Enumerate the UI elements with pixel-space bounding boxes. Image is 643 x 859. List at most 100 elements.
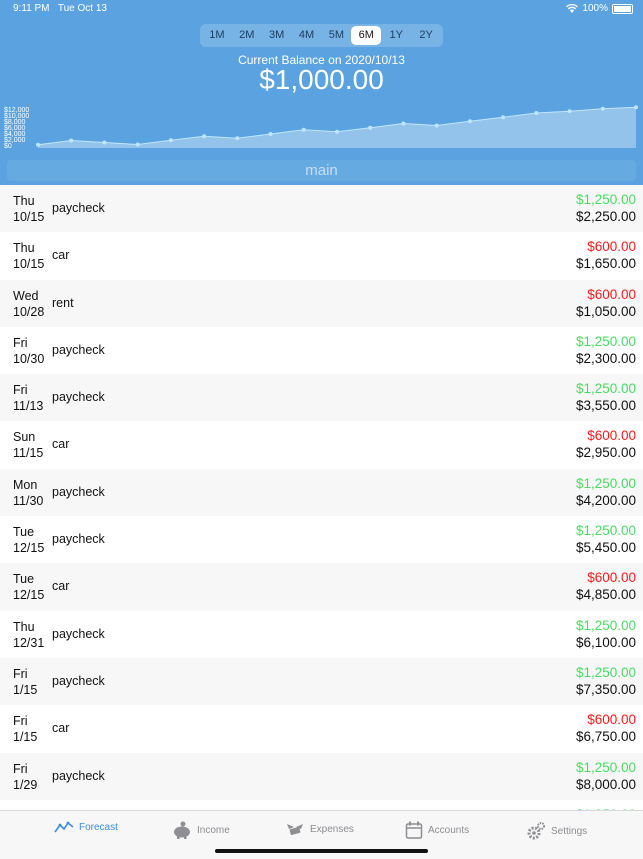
balance-point xyxy=(268,132,273,136)
range-option-3m[interactable]: 3M xyxy=(262,26,292,45)
balance-point xyxy=(600,106,605,111)
range-option-2m[interactable]: 2M xyxy=(232,26,262,45)
transaction-date: Thu 10/15 xyxy=(13,241,45,272)
range-option-4m[interactable]: 4M xyxy=(292,26,322,45)
piggy-bank-icon xyxy=(172,821,192,839)
running-balance: $4,850.00 xyxy=(575,587,636,603)
balance-point xyxy=(368,125,373,130)
transaction-name: car xyxy=(52,579,70,594)
transaction-amount: $1,250.00 xyxy=(575,475,636,491)
transaction-name: car xyxy=(52,248,70,263)
transaction-name: paycheck xyxy=(52,484,105,499)
transaction-name: car xyxy=(52,721,70,736)
range-option-5m[interactable]: 5M xyxy=(322,26,352,45)
gears-icon xyxy=(526,821,546,841)
wifi-icon xyxy=(566,4,579,13)
range-option-1y[interactable]: 1Y xyxy=(381,26,411,45)
tab-accounts[interactable]: Accounts xyxy=(405,821,469,839)
range-option-6m[interactable]: 6M xyxy=(351,26,382,45)
transaction-amount: $600.00 xyxy=(587,570,636,586)
running-balance: $2,250.00 xyxy=(575,209,636,224)
range-selector[interactable]: 1M 2M 3M 4M 5M 6M 1Y 2Y xyxy=(200,24,443,47)
transaction-name: paycheck xyxy=(52,532,105,547)
running-balance: $5,450.00 xyxy=(575,540,636,556)
running-balance: $3,550.00 xyxy=(575,398,636,414)
balance-point xyxy=(235,136,240,141)
running-balance: $7,350.00 xyxy=(575,681,636,697)
balance-point xyxy=(534,111,539,115)
transaction-row[interactable]: Tue 12/15 car $600.00 $4,850.00 xyxy=(0,563,643,611)
running-balance: $6,750.00 xyxy=(575,729,636,745)
transaction-row[interactable]: Fri 1/29 paycheck $1,250.00 $8,000.00 xyxy=(0,752,643,800)
y-tick-label: $0 xyxy=(4,143,12,150)
tab-forecast[interactable]: Forecast xyxy=(54,821,118,833)
transaction-name: paycheck xyxy=(52,342,105,357)
transaction-amount: $600.00 xyxy=(587,239,636,255)
transaction-row[interactable]: Fri 10/30 paycheck $1,250.00 $2,300.00 xyxy=(0,326,643,375)
tab-income[interactable]: Income xyxy=(172,821,230,839)
account-selector[interactable]: main xyxy=(7,160,636,181)
transaction-date: Sun 11/15 xyxy=(13,430,44,461)
balance-point xyxy=(102,140,107,145)
status-bar: 9:11 PM Tue Oct 13 100% xyxy=(13,3,633,17)
transaction-amount: $1,250.00 xyxy=(575,617,636,633)
balance-area xyxy=(38,107,636,148)
balance-point xyxy=(501,115,506,120)
balance-point xyxy=(135,142,140,147)
transaction-row[interactable]: Mon 11/30 paycheck $1,250.00 $4,200.00 xyxy=(0,468,643,517)
battery-percent: 100% xyxy=(582,3,608,14)
transaction-date: Thu 12/31 xyxy=(13,619,45,650)
transaction-amount: $1,250.00 xyxy=(575,759,636,775)
transaction-name: car xyxy=(52,437,70,452)
transaction-date: Fri 11/13 xyxy=(13,383,44,414)
transaction-row[interactable]: Thu 10/15 car $600.00 $1,650.00 xyxy=(0,232,643,280)
home-indicator xyxy=(215,849,428,853)
running-balance: $1,050.00 xyxy=(575,303,636,319)
tab-label: Expenses xyxy=(310,823,354,835)
balance-point xyxy=(567,109,572,114)
balance-point xyxy=(301,127,306,132)
tab-settings[interactable]: Settings xyxy=(526,821,587,841)
transaction-date: Fri 10/30 xyxy=(13,335,45,366)
transaction-date: Tue 12/15 xyxy=(13,572,45,603)
balance-chart: $12,000$10,000$8,000$6,000$4,000$2,000$0 xyxy=(4,105,638,150)
balance-point xyxy=(202,134,207,139)
transaction-row[interactable]: Fri 1/15 paycheck $1,250.00 $7,350.00 xyxy=(0,657,643,706)
tab-label: Settings xyxy=(551,825,588,837)
running-balance: $6,100.00 xyxy=(575,634,636,650)
transaction-date: Wed 10/28 xyxy=(13,288,45,319)
balance-value: $1,000.00 xyxy=(259,64,384,95)
trend-line-icon xyxy=(54,821,74,833)
transaction-amount: $600.00 xyxy=(587,712,636,728)
transaction-row[interactable]: Wed 10/28 rent $600.00 $1,050.00 xyxy=(0,279,643,327)
transaction-row[interactable]: Tue 12/15 paycheck $1,250.00 $5,450.00 xyxy=(0,516,643,564)
running-balance: $2,300.00 xyxy=(575,350,636,366)
running-balance: $1,650.00 xyxy=(575,256,636,272)
transaction-name: paycheck xyxy=(52,673,105,688)
transaction-row[interactable]: Thu 12/31 paycheck $1,250.00 $6,100.00 xyxy=(0,610,643,658)
transaction-row[interactable]: Fri 11/13 paycheck $1,250.00 $3,550.00 xyxy=(0,374,643,422)
transaction-row[interactable]: Sun 11/15 car $600.00 $2,950.00 xyxy=(0,421,643,469)
transaction-row[interactable]: Fri 1/15 car $600.00 $6,750.00 xyxy=(0,705,643,753)
status-right: 100% xyxy=(566,3,633,14)
balance-point xyxy=(401,121,406,126)
balance-point xyxy=(467,119,472,124)
transaction-amount: $600.00 xyxy=(587,286,636,302)
transaction-date: Thu 10/15 xyxy=(13,194,45,224)
transaction-row[interactable]: $1,250.00 xyxy=(0,799,643,810)
transaction-name: paycheck xyxy=(52,626,105,641)
tab-expenses[interactable]: Expenses xyxy=(285,821,354,837)
transaction-row[interactable]: Thu 10/15 paycheck $1,250.00 $2,250.00 xyxy=(0,185,643,233)
transaction-list[interactable]: Thu 10/15 paycheck $1,250.00 $2,250.00 Thu 10/… xyxy=(0,185,643,810)
balance-point xyxy=(335,129,339,134)
tab-label: Forecast xyxy=(79,821,118,833)
range-option-1m[interactable]: 1M xyxy=(202,26,232,45)
transaction-date: Fri 1/29 xyxy=(13,761,38,792)
transaction-date: Fri 1/15 xyxy=(13,666,38,697)
transaction-date: Fri 1/15 xyxy=(13,714,38,745)
range-option-2y[interactable]: 2Y xyxy=(411,26,441,45)
transaction-amount: $1,250.00 xyxy=(575,333,636,349)
transaction-name: paycheck xyxy=(52,390,105,405)
transaction-amount: $1,250.00 xyxy=(575,192,636,207)
transaction-amount: $1,250.00 xyxy=(575,381,636,397)
